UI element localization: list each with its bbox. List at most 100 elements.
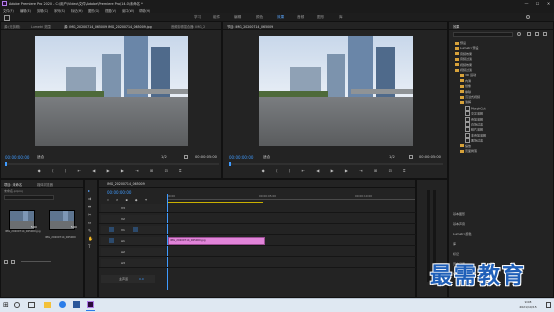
effects-item[interactable]: 叠加溶解 (465, 116, 483, 122)
type-tool-icon[interactable]: T (88, 244, 90, 249)
hand-tool-icon[interactable]: ✋ (88, 236, 93, 241)
menu-marker[interactable]: 标记(M) (71, 8, 83, 13)
selection-tool-icon[interactable]: ▸ (88, 188, 90, 193)
track-sync-icon[interactable] (125, 238, 130, 243)
effects-folder[interactable]: 沉浸式视频 (460, 95, 480, 99)
track-visibility-icon[interactable] (133, 260, 138, 265)
program-resolution-dropdown[interactable]: 1/2 (389, 155, 395, 159)
menu-help[interactable]: 帮助(H) (139, 8, 150, 13)
master-track-value[interactable]: 0.0 (139, 277, 144, 281)
menu-sequence[interactable]: 序列(S) (54, 8, 65, 13)
track-select-tool-icon[interactable]: ⇉ (88, 196, 91, 201)
track-mute-icon[interactable] (141, 249, 146, 254)
track-sync-icon[interactable] (125, 227, 130, 232)
premiere-taskbar-icon[interactable] (87, 301, 94, 308)
menu-file[interactable]: 文件(F) (3, 8, 14, 13)
notification-icon[interactable] (546, 302, 551, 308)
effects-lower-panel-tab[interactable]: 基本图形 (453, 212, 465, 216)
effects-folder[interactable]: 3D 运动 (460, 73, 476, 77)
effects-item[interactable]: 交叉溶解 (465, 111, 483, 117)
search-icon[interactable] (526, 14, 530, 19)
track-target-toggle[interactable] (109, 216, 114, 221)
timeline-ruler[interactable] (167, 199, 415, 200)
workspace-effects[interactable]: 效果 (277, 15, 284, 20)
effects-item[interactable]: MorphCut (465, 105, 486, 111)
track-sync-icon[interactable] (125, 216, 130, 221)
workspace-audio[interactable]: 音频 (297, 15, 304, 20)
tab-timeline-sequence[interactable]: IMG_20200714_065009 (107, 182, 145, 186)
effects-lower-panel-tab[interactable]: 库 (453, 242, 456, 246)
source-playhead[interactable] (5, 162, 7, 166)
zoom-slider[interactable] (21, 261, 51, 262)
effects-folder[interactable]: 音频效果 (455, 52, 472, 56)
effects-folder[interactable]: 划像 (460, 84, 471, 88)
track-name[interactable]: V2 (121, 217, 125, 221)
track-mute-icon[interactable] (141, 260, 146, 265)
workspace-color[interactable]: 颜色 (256, 15, 263, 20)
track-target-toggle[interactable] (109, 205, 114, 210)
program-fit-dropdown[interactable]: 适合 (263, 155, 270, 160)
track-name[interactable]: A3 (121, 261, 125, 265)
file-explorer-icon[interactable] (44, 302, 51, 308)
track-target-toggle[interactable] (109, 260, 114, 265)
tab-source-clip[interactable]: 源: IMG_20200714_065009 IMG_20200714_0650… (64, 24, 152, 29)
track-name[interactable]: V1 (121, 228, 125, 232)
effects-search-input[interactable] (453, 32, 513, 37)
workspace-learn[interactable]: 学习 (194, 15, 201, 20)
track-mute-icon[interactable] (141, 216, 146, 221)
effects-folder[interactable]: 溶解 (460, 100, 471, 104)
program-timecode-current[interactable]: 00:00:00:00 (229, 155, 253, 160)
search-icon[interactable] (14, 302, 20, 308)
effects-item[interactable]: 胶片溶解 (465, 127, 483, 133)
workspace-assembly[interactable]: 组件 (213, 15, 220, 20)
ripple-edit-tool-icon[interactable]: ⇹ (88, 204, 91, 209)
taskbar-date[interactable]: 2021/10/15 (514, 305, 542, 309)
track-visibility-icon[interactable] (133, 216, 138, 221)
source-transport-controls[interactable]: ◆ ⟨ ⟩ ⇤ ◀ ▶ ▶ ⇥ ⊞ ⊡ ⌗ (5, 168, 219, 173)
tab-media-browser[interactable]: 媒体浏览器 (37, 182, 53, 187)
effects-folder[interactable]: 视频效果 (455, 63, 472, 67)
effects-lower-panel-tab[interactable]: 标记 (453, 252, 459, 256)
track-sync-icon[interactable] (125, 205, 130, 210)
32bit-effects-icon[interactable] (535, 32, 539, 36)
tab-project[interactable]: 项目: 未命名 (4, 182, 22, 187)
program-playhead[interactable] (229, 162, 231, 166)
effects-folder[interactable]: 缩放 (460, 144, 471, 148)
timeline-toolbar-icons[interactable]: ⌗ ∩ ▪ ◆ ✦ (107, 198, 150, 202)
accelerated-effects-icon[interactable] (527, 32, 531, 36)
windows-start-icon[interactable]: ⊞ (3, 302, 9, 309)
browser-icon[interactable] (59, 301, 66, 308)
track-target-toggle[interactable] (109, 238, 114, 243)
taskbar-time[interactable]: 9:08 (518, 300, 538, 304)
maximize-button[interactable]: ☐ (533, 0, 542, 7)
effects-item[interactable]: 非叠加溶解 (465, 132, 486, 138)
effects-item[interactable]: 白场过渡 (465, 122, 483, 127)
source-scrubber[interactable] (5, 163, 219, 165)
wrench-icon[interactable] (409, 155, 413, 159)
track-target-toggle[interactable] (109, 227, 114, 232)
track-name[interactable]: V3 (121, 206, 125, 210)
menu-graphics[interactable]: 图形(G) (88, 8, 99, 13)
icon-view-icon[interactable] (11, 260, 15, 264)
pen-tool-icon[interactable]: ✎ (88, 228, 91, 233)
timeline-timecode[interactable]: 00:00:00:00 (107, 190, 131, 195)
task-view-icon[interactable] (28, 302, 35, 308)
menu-window[interactable]: 窗口(W) (122, 8, 134, 13)
track-target-toggle[interactable] (109, 249, 114, 254)
workspace-libraries[interactable]: 库 (339, 15, 343, 20)
list-view-icon[interactable] (4, 260, 8, 264)
project-search-input[interactable] (4, 195, 54, 200)
video-clip[interactable]: IMG_20200714_065009.jpg (168, 237, 265, 245)
tab-source-empty[interactable]: 源:(无剪辑) (4, 24, 20, 29)
effects-lower-panel-tab[interactable]: Lumetri 颜色 (453, 232, 472, 236)
menu-clip[interactable]: 剪辑(C) (37, 8, 48, 13)
tab-lumetri-scopes[interactable]: Lumetri 范围 (31, 24, 51, 29)
effects-folder[interactable]: Lumetri 预设 (455, 46, 479, 50)
track-mute-icon[interactable] (141, 238, 146, 243)
track-mute-icon[interactable] (141, 227, 146, 232)
minimize-button[interactable]: — (522, 0, 531, 7)
close-button[interactable]: ✕ (544, 0, 553, 7)
effects-folder[interactable]: 擦除 (460, 90, 471, 94)
workspace-graphics[interactable]: 图形 (317, 15, 324, 20)
source-resolution-dropdown[interactable]: 1/2 (161, 155, 167, 159)
